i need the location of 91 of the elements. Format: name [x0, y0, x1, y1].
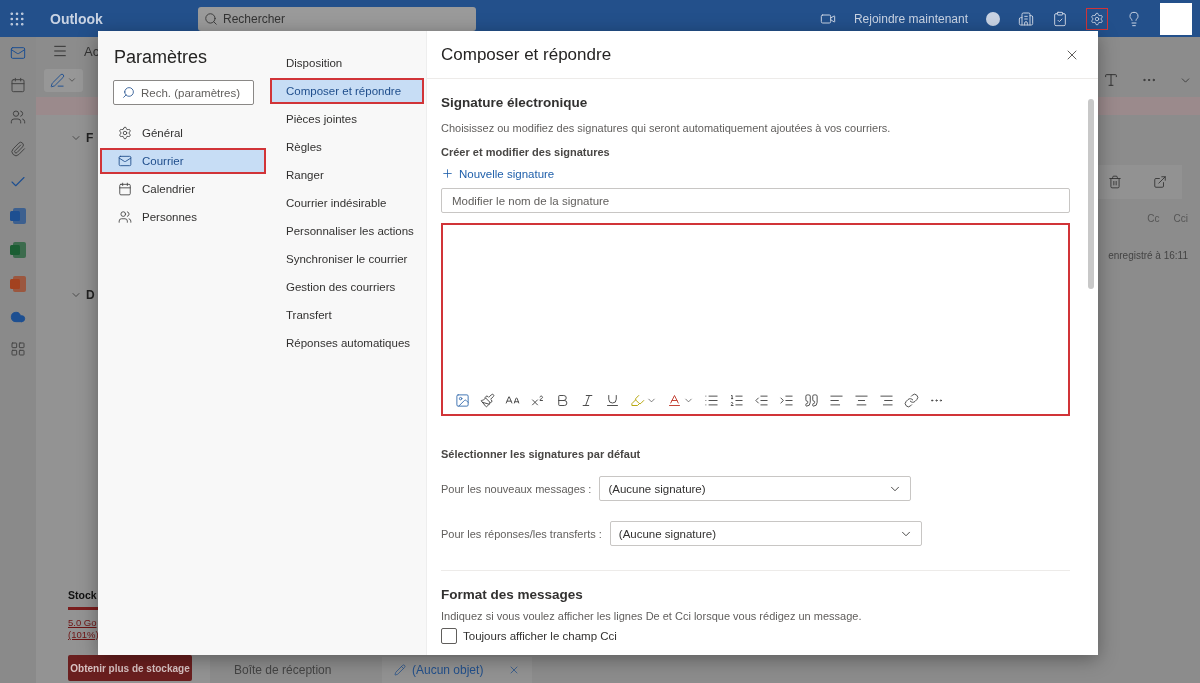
lightbulb-icon[interactable] — [1126, 10, 1142, 27]
subcategory-item[interactable]: Transfert — [270, 302, 424, 328]
subsection-heading: Créer et modifier des signatures — [441, 146, 611, 158]
app-launcher-icon[interactable] — [8, 9, 26, 28]
storage-percent-link[interactable]: (101%) — [68, 629, 99, 641]
select-label: Pour les réponses/les transferts : — [441, 527, 602, 540]
image-icon — [455, 393, 470, 408]
paintbrush-icon — [480, 393, 495, 408]
header-text: Ac — [84, 43, 100, 59]
people-icon[interactable] — [10, 109, 26, 125]
mail-icon[interactable] — [10, 45, 26, 61]
subcategory-item[interactable]: Personnaliser les actions — [270, 218, 424, 244]
bullet-list-icon — [704, 393, 719, 408]
search-icon — [122, 86, 135, 99]
underline-icon — [605, 393, 620, 408]
signature-select[interactable]: (Aucune signature) — [599, 476, 912, 501]
popout-icon[interactable] — [1152, 175, 1167, 189]
people-icon — [118, 210, 132, 224]
gear-icon — [1090, 11, 1104, 26]
apps-icon[interactable] — [10, 341, 26, 357]
quote-icon — [804, 393, 819, 408]
settings-search-field[interactable]: Rech. (paramètres) — [113, 80, 254, 105]
join-now-button[interactable]: Rejoindre maintenant — [853, 11, 968, 26]
text-format-icon[interactable] — [1103, 72, 1119, 88]
category-item[interactable]: Calendrier — [100, 176, 266, 202]
chevron-down-icon — [67, 75, 77, 85]
indent-icon — [779, 393, 794, 408]
calendar-icon — [118, 182, 132, 196]
numbered-list-icon — [729, 393, 744, 408]
new-message-button[interactable] — [44, 68, 83, 92]
storage-usage-link[interactable]: 5.0 Go — [68, 617, 97, 629]
align-center-icon — [854, 393, 869, 408]
settings-icon — [118, 126, 132, 140]
bold-icon — [555, 393, 570, 408]
font-color-button[interactable] — [667, 393, 694, 408]
category-item[interactable]: Général — [100, 120, 266, 146]
menu-icon[interactable] — [52, 43, 68, 59]
subcategory-item[interactable]: Courrier indésirable — [270, 190, 424, 216]
dialog-title: Paramètres — [114, 47, 209, 68]
app-name: Outlook — [50, 10, 104, 27]
checkbox-label: Toujours afficher le champ Cci — [463, 630, 617, 642]
checkbox[interactable] — [441, 628, 457, 644]
category-item[interactable]: Personnes — [100, 204, 266, 230]
pencil-icon — [394, 664, 406, 676]
highlighter-icon — [630, 393, 645, 408]
signature-name-field[interactable]: Modifier le nom de la signature — [441, 188, 1070, 213]
folder-group-label[interactable]: F — [86, 131, 94, 145]
section-description: Indiquez si vous voulez afficher les lignes De et Cci lorsque vous rédigez un message. — [441, 610, 863, 622]
subcategory-item[interactable]: Composer et répondre — [270, 78, 424, 104]
settings-button[interactable] — [1086, 7, 1108, 30]
align-left-icon — [829, 393, 844, 408]
cloud-icon[interactable] — [10, 309, 26, 325]
outdent-icon — [754, 393, 769, 408]
align-right-icon — [879, 393, 894, 408]
select-label: Pour les nouveaux messages : — [441, 482, 592, 495]
subcategory-item[interactable]: Ranger — [270, 162, 424, 188]
signature-editor[interactable] — [441, 223, 1070, 416]
subcategory-item[interactable]: Synchroniser le courrier — [270, 246, 424, 272]
pen-icon — [50, 72, 65, 88]
panel-title: Composer et répondre — [441, 44, 613, 65]
subsection-heading: Sélectionner les signatures par défaut — [441, 448, 642, 460]
subcategory-item[interactable]: Gestion des courriers — [270, 274, 424, 300]
storage-title: Stock — [68, 589, 97, 601]
new-signature-button[interactable]: Nouvelle signature — [441, 167, 555, 180]
avatar[interactable] — [1160, 2, 1192, 35]
mail-icon — [118, 154, 132, 168]
get-storage-button[interactable]: Obtenir plus de stockage — [68, 655, 192, 681]
signature-select[interactable]: (Aucune signature) — [609, 521, 922, 546]
section-heading: Format des messages — [441, 587, 584, 602]
paperclip-icon[interactable] — [10, 141, 26, 157]
category-item[interactable]: Courrier — [100, 148, 266, 174]
subcategory-item[interactable]: Réponses automatiques — [270, 330, 424, 356]
section-heading: Signature électronique — [441, 95, 589, 110]
tasks-icon[interactable] — [1052, 10, 1068, 27]
section-description: Choisissez ou modifiez des signatures qui seront automatiquement ajoutées à vos courriers. — [441, 122, 892, 134]
calendar-icon[interactable] — [10, 77, 26, 93]
superscript-icon — [530, 393, 545, 408]
search-icon — [204, 11, 218, 26]
search-field[interactable]: Rechercher — [198, 6, 476, 31]
link-icon — [904, 393, 919, 408]
trash-icon[interactable] — [1107, 175, 1122, 189]
font-color-icon — [667, 393, 682, 408]
italic-icon — [580, 393, 595, 408]
folder-group-label[interactable]: D — [86, 288, 95, 302]
subcategory-item[interactable]: Règles — [270, 134, 424, 160]
plus-icon — [441, 167, 454, 180]
save-status: enregistré à 16:11 — [1108, 250, 1188, 261]
close-icon[interactable] — [508, 664, 520, 676]
subcategory-item[interactable]: Disposition — [270, 50, 424, 76]
highlighter-button[interactable] — [630, 393, 657, 408]
subcategory-item[interactable]: Pièces jointes — [270, 106, 424, 132]
